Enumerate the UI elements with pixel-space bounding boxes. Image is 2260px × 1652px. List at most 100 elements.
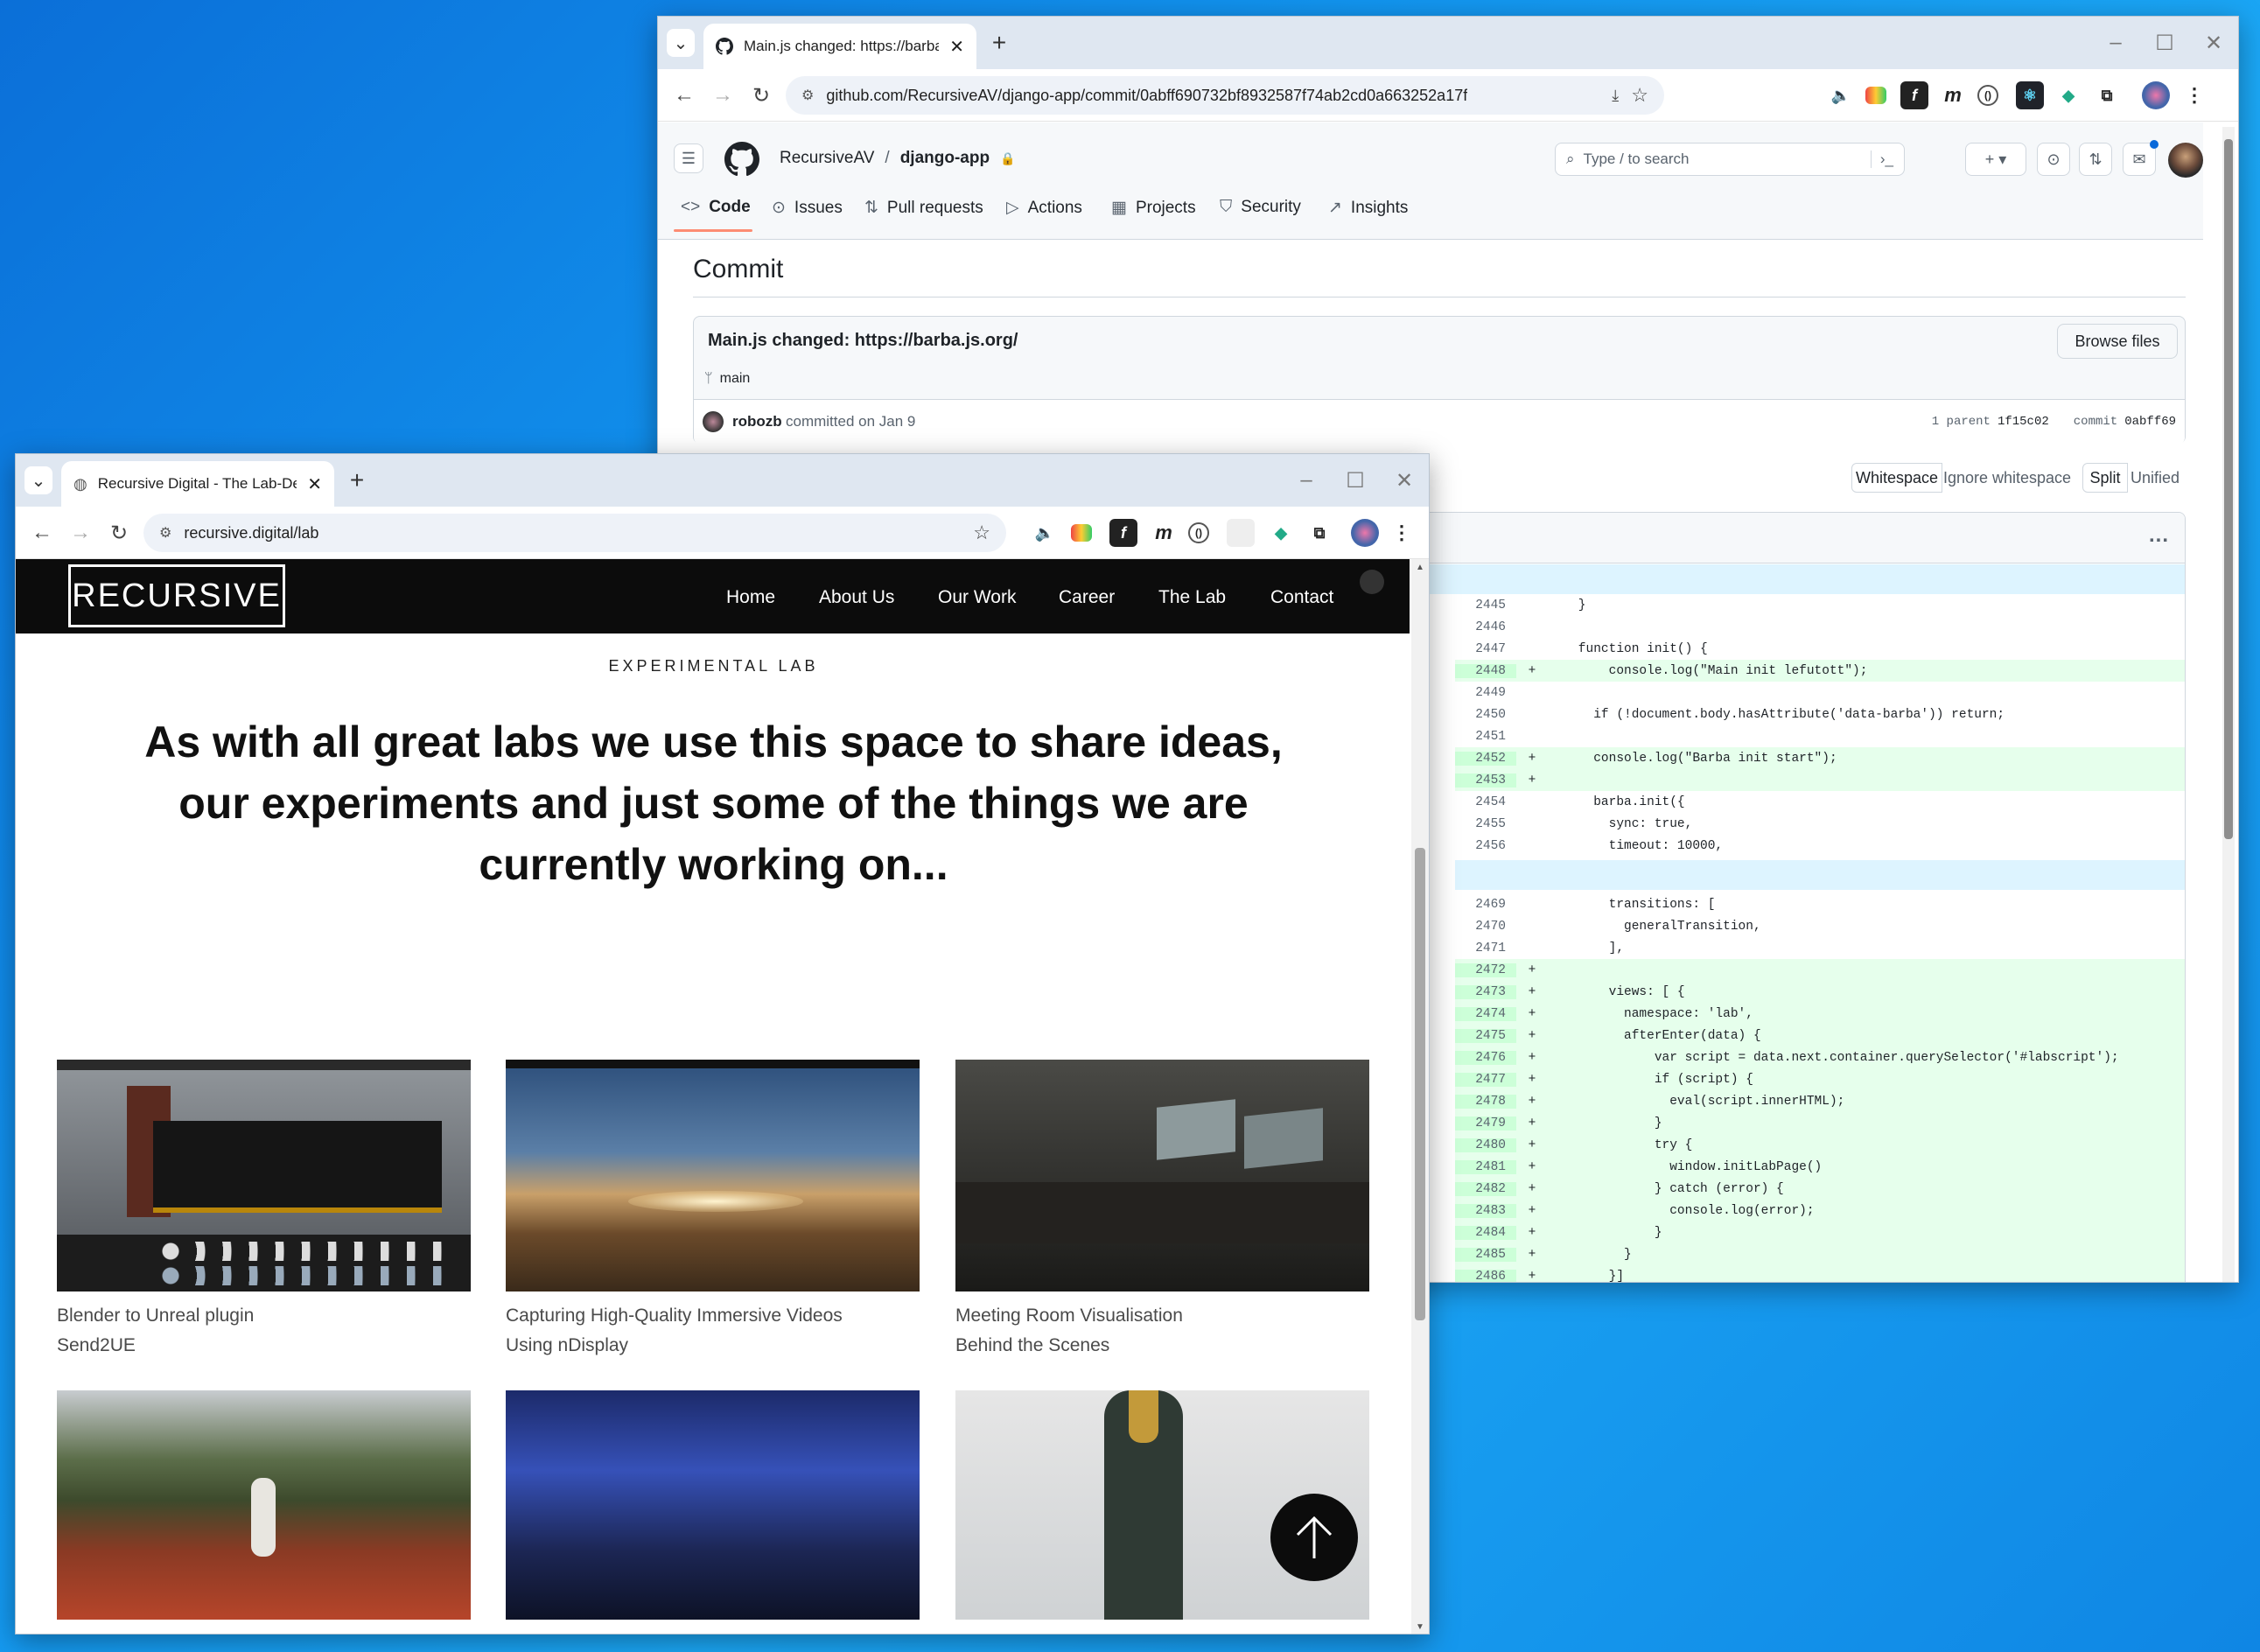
mute-tab-icon[interactable]: 🔈: [1031, 519, 1059, 547]
parent-hash[interactable]: 1f15c02: [1998, 415, 2049, 429]
card-image-blender-plugin[interactable]: [57, 1060, 471, 1292]
green-extension-icon[interactable]: ◆: [1267, 519, 1295, 547]
line-number[interactable]: 2454: [1455, 795, 1516, 809]
bookmark-star-icon[interactable]: ☆: [973, 522, 990, 544]
line-number[interactable]: 2473: [1455, 984, 1516, 999]
browser-menu-icon[interactable]: ⋮: [1388, 519, 1416, 547]
recursive-logo[interactable]: RECURSIVE: [68, 564, 285, 627]
line-number[interactable]: 2484: [1455, 1225, 1516, 1240]
ignore-whitespace-button[interactable]: Ignore whitespace: [1942, 463, 2072, 493]
grey-extension-icon[interactable]: [1227, 519, 1255, 547]
line-number[interactable]: 2448: [1455, 663, 1516, 678]
new-tab-button[interactable]: +: [343, 466, 371, 494]
react-extension-icon[interactable]: ⚛: [2016, 81, 2044, 109]
line-number[interactable]: 2479: [1455, 1116, 1516, 1130]
close-tab-icon[interactable]: ✕: [307, 473, 322, 495]
hunk-expander[interactable]: [1455, 860, 2185, 890]
tab-code[interactable]: <> Code: [681, 198, 751, 217]
mute-tab-icon[interactable]: 🔈: [1827, 81, 1855, 109]
reload-icon[interactable]: ↻: [101, 515, 136, 550]
line-number[interactable]: 2477: [1455, 1072, 1516, 1087]
tab-issues[interactable]: ⊙ Issues: [772, 198, 843, 218]
bookmark-star-icon[interactable]: ☆: [1631, 84, 1648, 107]
forward-icon[interactable]: →: [705, 78, 740, 113]
maximize-icon[interactable]: ☐: [1331, 468, 1380, 494]
close-window-icon[interactable]: ✕: [1380, 468, 1429, 494]
tab-pull-requests[interactable]: ⇅ Pull requests: [864, 198, 983, 218]
line-number[interactable]: 2474: [1455, 1006, 1516, 1021]
green-extension-icon[interactable]: ◆: [2054, 81, 2082, 109]
minimize-icon[interactable]: –: [2091, 31, 2140, 55]
line-number[interactable]: 2449: [1455, 686, 1516, 700]
tab-actions[interactable]: ▷ Actions: [1006, 198, 1082, 218]
tab-insights[interactable]: ↗ Insights: [1328, 198, 1408, 218]
card-caption-2[interactable]: Capturing High-Quality Immersive Videos …: [506, 1301, 843, 1361]
address-bar[interactable]: ⚙ recursive.digital/lab ☆: [143, 514, 1006, 552]
nav-home[interactable]: Home: [726, 587, 775, 608]
line-number[interactable]: 2485: [1455, 1247, 1516, 1262]
inbox-icon[interactable]: ✉: [2123, 140, 2159, 176]
browser-tab-recursive[interactable]: ◍ Recursive Digital - The Lab-Dev ✕: [61, 461, 334, 507]
split-view-button[interactable]: Split: [2082, 463, 2128, 493]
m-extension-icon[interactable]: m: [1939, 81, 1967, 109]
nav-about-us[interactable]: About Us: [819, 587, 894, 608]
github-logo-icon[interactable]: [724, 142, 759, 177]
line-number[interactable]: 2470: [1455, 920, 1516, 934]
browse-files-button[interactable]: Browse files: [2057, 324, 2178, 359]
line-number[interactable]: 2451: [1455, 730, 1516, 744]
line-number[interactable]: 2469: [1455, 898, 1516, 912]
line-number[interactable]: 2456: [1455, 839, 1516, 853]
scroll-thumb[interactable]: [2224, 139, 2233, 839]
tab-list-button[interactable]: ⌄: [667, 29, 695, 57]
site-info-icon[interactable]: ⚙: [801, 87, 814, 104]
repo-name-link[interactable]: django-app: [900, 149, 990, 168]
nav-the-lab[interactable]: The Lab: [1158, 587, 1226, 608]
reload-icon[interactable]: ↻: [744, 78, 779, 113]
fonts-extension-icon[interactable]: f: [1109, 519, 1137, 547]
line-number[interactable]: 2472: [1455, 962, 1516, 977]
card-caption-3[interactable]: Meeting Room Visualisation Behind the Sc…: [955, 1301, 1183, 1361]
profile-avatar-icon[interactable]: [1351, 519, 1379, 547]
forward-icon[interactable]: →: [63, 515, 98, 550]
card-image-ndisplay[interactable]: [506, 1060, 920, 1292]
pull-requests-icon[interactable]: ⇅: [2079, 143, 2112, 176]
close-tab-icon[interactable]: ✕: [949, 36, 964, 58]
code-extension-icon[interactable]: (): [1188, 522, 1209, 543]
m-extension-icon[interactable]: m: [1150, 519, 1178, 547]
card-image-poppy-field[interactable]: [57, 1390, 471, 1620]
author-name[interactable]: robozb: [732, 413, 782, 430]
line-number[interactable]: 2445: [1455, 598, 1516, 612]
browser-tab-github[interactable]: Main.js changed: https://barba. ✕: [703, 24, 976, 69]
author-avatar[interactable]: [703, 411, 724, 432]
line-number[interactable]: 2475: [1455, 1028, 1516, 1043]
scroll-thumb[interactable]: [1415, 848, 1425, 1320]
nav-career[interactable]: Career: [1059, 587, 1115, 608]
page-scrollbar[interactable]: ▲ ▼: [1411, 559, 1429, 1634]
line-number[interactable]: 2482: [1455, 1181, 1516, 1196]
tab-projects[interactable]: ▦ Projects: [1111, 198, 1196, 218]
palette-extension-icon[interactable]: [1071, 524, 1092, 542]
new-tab-button[interactable]: +: [985, 29, 1013, 57]
page-scrollbar[interactable]: [2222, 127, 2235, 1282]
card-caption-1[interactable]: Blender to Unreal plugin Send2UE: [57, 1301, 254, 1361]
line-number[interactable]: 2453: [1455, 773, 1516, 788]
nav-dot-icon[interactable]: [1360, 570, 1384, 594]
install-app-icon[interactable]: ⤓: [1612, 87, 1619, 105]
extensions-puzzle-icon[interactable]: ⧉: [2093, 81, 2121, 109]
create-new-button[interactable]: + ▾: [1965, 143, 2026, 176]
maximize-icon[interactable]: ☐: [2140, 31, 2189, 56]
browser-menu-icon[interactable]: ⋮: [2180, 81, 2208, 109]
line-number[interactable]: 2447: [1455, 642, 1516, 656]
palette-extension-icon[interactable]: [1865, 87, 1886, 104]
line-number[interactable]: 2478: [1455, 1094, 1516, 1109]
line-number[interactable]: 2452: [1455, 751, 1516, 766]
back-icon[interactable]: ←: [667, 78, 702, 113]
line-number[interactable]: 2446: [1455, 620, 1516, 634]
card-image-hall[interactable]: [506, 1390, 920, 1620]
line-number[interactable]: 2483: [1455, 1203, 1516, 1218]
minimize-icon[interactable]: –: [1282, 468, 1331, 493]
unified-view-button[interactable]: Unified: [2128, 463, 2182, 493]
line-number[interactable]: 2480: [1455, 1138, 1516, 1152]
search-input[interactable]: ⌕ Type / to search ›_: [1555, 143, 1905, 176]
line-number[interactable]: 2450: [1455, 708, 1516, 722]
